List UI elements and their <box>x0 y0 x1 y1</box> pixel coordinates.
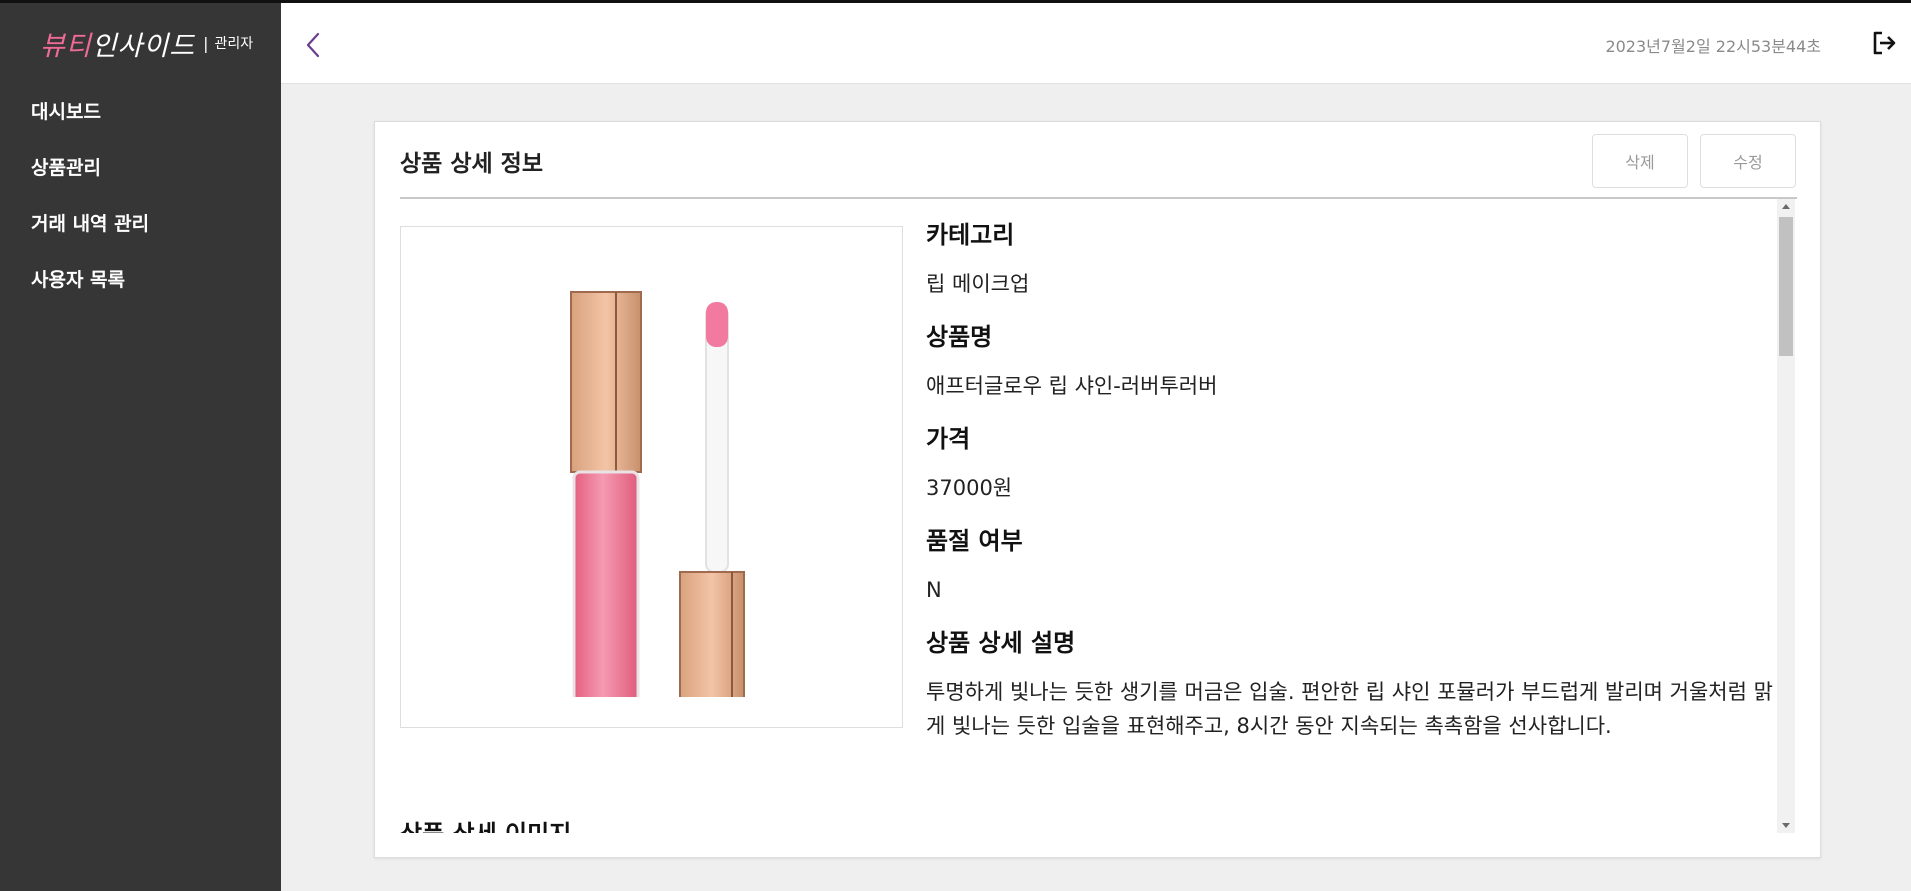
product-name-label: 상품명 <box>926 323 993 351</box>
product-name-value: 애프터글로우 립 샤인-러버투러버 <box>926 374 1218 398</box>
soldout-label: 품절 여부 <box>926 527 1023 555</box>
brand-separator: | <box>203 33 209 53</box>
brand-logo[interactable]: 뷰티인사이드 | 관리자 <box>40 18 253 68</box>
price-label: 가격 <box>926 425 971 453</box>
logout-icon <box>1873 31 1896 55</box>
sidebar-item-dashboard[interactable]: 대시보드 <box>0 92 281 148</box>
soldout-value: N <box>926 578 942 602</box>
description-value: 투명하게 빛나는 듯한 생기를 머금은 입술. 편안한 립 샤인 포뮬러가 부드… <box>926 680 1773 738</box>
price-value: 37000원 <box>926 476 1013 500</box>
chevron-left-icon <box>306 32 320 58</box>
detail-scroll-area[interactable]: 카테고리 립 메이크업 상품명 애프터글로우 립 샤인-러버투러버 가격 370… <box>400 199 1797 833</box>
top-border <box>0 0 1911 3</box>
scrollbar-thumb[interactable] <box>1779 217 1793 356</box>
sidebar-item-transactions[interactable]: 거래 내역 관리 <box>0 204 281 260</box>
edit-button[interactable]: 수정 <box>1700 134 1796 188</box>
detail-image-label: 상품 상세 이미지 <box>400 814 571 833</box>
description-label: 상품 상세 설명 <box>926 629 1076 657</box>
category-label: 카테고리 <box>926 221 1015 249</box>
content-scrollbar[interactable] <box>1777 199 1795 833</box>
sidebar-item-products[interactable]: 상품관리 <box>0 148 281 204</box>
lip-gloss-image <box>570 291 745 697</box>
back-button[interactable] <box>303 28 325 62</box>
product-image <box>400 226 903 728</box>
logout-button[interactable] <box>1870 29 1898 57</box>
product-detail-card: 상품 상세 정보 삭제 수정 카테고리 립 메이크업 상품명 애프터글로우 립 … <box>374 121 1821 858</box>
sidebar-nav: 대시보드 상품관리 거래 내역 관리 사용자 목록 <box>0 92 281 316</box>
delete-button[interactable]: 삭제 <box>1592 134 1688 188</box>
category-value: 립 메이크업 <box>926 272 1030 296</box>
page-title: 상품 상세 정보 <box>400 151 543 177</box>
brand-role: 관리자 <box>214 36 254 52</box>
product-info: 카테고리 립 메이크업 상품명 애프터글로우 립 샤인-러버투러버 가격 370… <box>926 215 1786 759</box>
scroll-down-arrow-icon[interactable] <box>1777 817 1795 833</box>
sidebar-item-users[interactable]: 사용자 목록 <box>0 260 281 316</box>
top-header: 2023년7월2일 22시53분44초 <box>281 3 1911 84</box>
sidebar: 뷰티인사이드 | 관리자 대시보드 상품관리 거래 내역 관리 사용자 목록 <box>0 0 281 891</box>
logo-text: 뷰티인사이드 <box>40 30 196 62</box>
scroll-up-arrow-icon[interactable] <box>1777 199 1795 215</box>
current-datetime: 2023년7월2일 22시53분44초 <box>1605 37 1821 56</box>
